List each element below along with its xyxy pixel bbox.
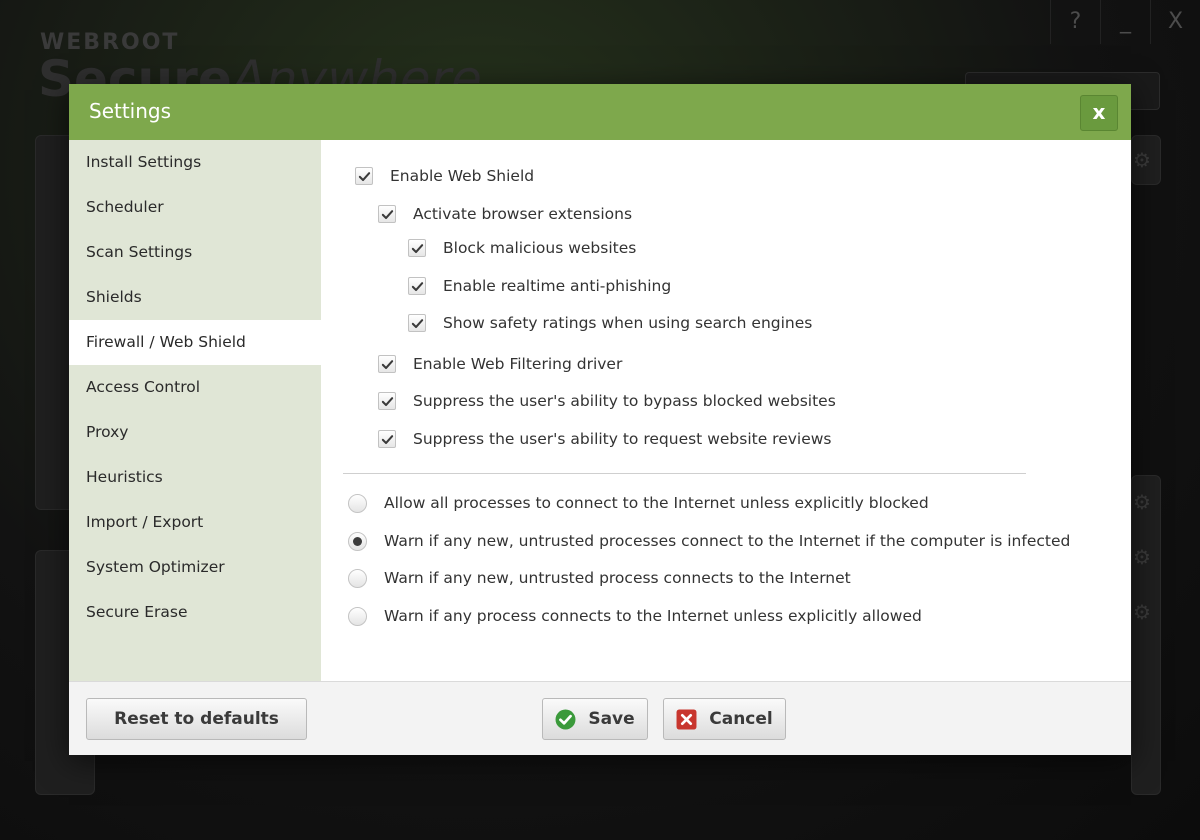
option-label: Enable Web Shield [390,167,535,185]
sidebar-item-firewall-web-shield[interactable]: Firewall / Web Shield [69,320,321,365]
sidebar-item-shields[interactable]: Shields [69,275,321,320]
option-suppress-bypass[interactable]: Suppress the user's ability to bypass bl… [378,390,836,412]
option-label: Enable Web Filtering driver [413,355,623,373]
checkbox[interactable] [355,167,373,185]
radio-button[interactable] [348,568,367,588]
checkmark-icon [411,318,423,328]
option-suppress-review-requests[interactable]: Suppress the user's ability to request w… [378,428,832,450]
checkbox[interactable] [378,430,396,448]
option-label: Enable realtime anti-phishing [443,277,672,295]
gear-icon: ⚙ [1133,545,1151,569]
radio-button[interactable] [348,606,367,626]
option-label: Warn if any process connects to the Inte… [384,607,922,625]
section-divider [343,473,1026,474]
checkbox[interactable] [408,239,426,257]
firewall-option-warn-any-process[interactable]: Warn if any process connects to the Inte… [348,605,922,627]
checkmark-icon [411,281,423,291]
sidebar-item-access-control[interactable]: Access Control [69,365,321,410]
settings-content: Enable Web Shield Activate browser exten… [321,140,1131,681]
settings-dialog: Settings x Install Settings Scheduler Sc… [69,84,1131,755]
radio-button[interactable] [348,493,367,513]
sidebar-item-scheduler[interactable]: Scheduler [69,185,321,230]
sidebar-item-import-export[interactable]: Import / Export [69,500,321,545]
option-label: Activate browser extensions [413,205,633,223]
option-label: Warn if any new, untrusted process conne… [384,569,851,587]
dialog-footer: Reset to defaults Save Cancel [69,681,1131,755]
dialog-title: Settings [89,99,172,123]
cancel-button-label: Cancel [709,709,773,729]
background-panel-right [1131,475,1161,795]
option-enable-anti-phishing[interactable]: Enable realtime anti-phishing [408,275,671,297]
firewall-option-warn-if-infected[interactable]: Warn if any new, untrusted processes con… [348,530,1070,552]
option-show-safety-ratings[interactable]: Show safety ratings when using search en… [408,312,812,334]
sidebar-item-secure-erase[interactable]: Secure Erase [69,590,321,635]
radio-selected-dot [353,536,362,546]
option-label: Warn if any new, untrusted processes con… [384,532,1071,550]
option-enable-web-shield[interactable]: Enable Web Shield [355,165,534,187]
checkbox[interactable] [408,314,426,332]
gear-icon: ⚙ [1133,600,1151,624]
radio-button[interactable] [348,531,367,551]
firewall-option-allow-all[interactable]: Allow all processes to connect to the In… [348,492,929,514]
checkbox[interactable] [378,355,396,373]
checkmark-icon [381,434,393,444]
x-square-icon [676,709,697,729]
save-button-label: Save [588,709,635,729]
checkbox[interactable] [408,277,426,295]
option-label: Suppress the user's ability to request w… [413,430,832,448]
checkmark-icon [411,243,423,253]
option-label: Suppress the user's ability to bypass bl… [413,392,836,410]
sidebar-item-scan-settings[interactable]: Scan Settings [69,230,321,275]
option-label: Allow all processes to connect to the In… [384,494,929,512]
option-label: Block malicious websites [443,239,637,257]
checkbox[interactable] [378,392,396,410]
minimize-button[interactable]: _ [1100,0,1150,44]
firewall-option-warn-new-untrusted[interactable]: Warn if any new, untrusted process conne… [348,567,851,589]
sidebar-item-heuristics[interactable]: Heuristics [69,455,321,500]
option-enable-web-filtering-driver[interactable]: Enable Web Filtering driver [378,353,622,375]
reset-to-defaults-button[interactable]: Reset to defaults [86,698,307,740]
sidebar-item-system-optimizer[interactable]: System Optimizer [69,545,321,590]
checkmark-icon [381,396,393,406]
help-button[interactable]: ? [1050,0,1100,44]
gear-icon: ⚙ [1133,148,1151,172]
check-circle-icon [555,709,576,729]
sidebar-item-install-settings[interactable]: Install Settings [69,140,321,185]
close-app-button[interactable]: X [1150,0,1200,44]
checkmark-icon [381,209,393,219]
cancel-button[interactable]: Cancel [663,698,786,740]
dialog-header: Settings x [69,84,1131,140]
sidebar-item-proxy[interactable]: Proxy [69,410,321,455]
save-button[interactable]: Save [542,698,648,740]
checkmark-icon [358,171,370,181]
dialog-close-button[interactable]: x [1080,95,1118,131]
checkbox[interactable] [378,205,396,223]
checkmark-icon [381,359,393,369]
settings-sidebar: Install Settings Scheduler Scan Settings… [69,140,321,681]
option-activate-browser-extensions[interactable]: Activate browser extensions [378,203,632,225]
option-block-malicious-websites[interactable]: Block malicious websites [408,237,636,259]
option-label: Show safety ratings when using search en… [443,314,813,332]
gear-icon: ⚙ [1133,490,1151,514]
